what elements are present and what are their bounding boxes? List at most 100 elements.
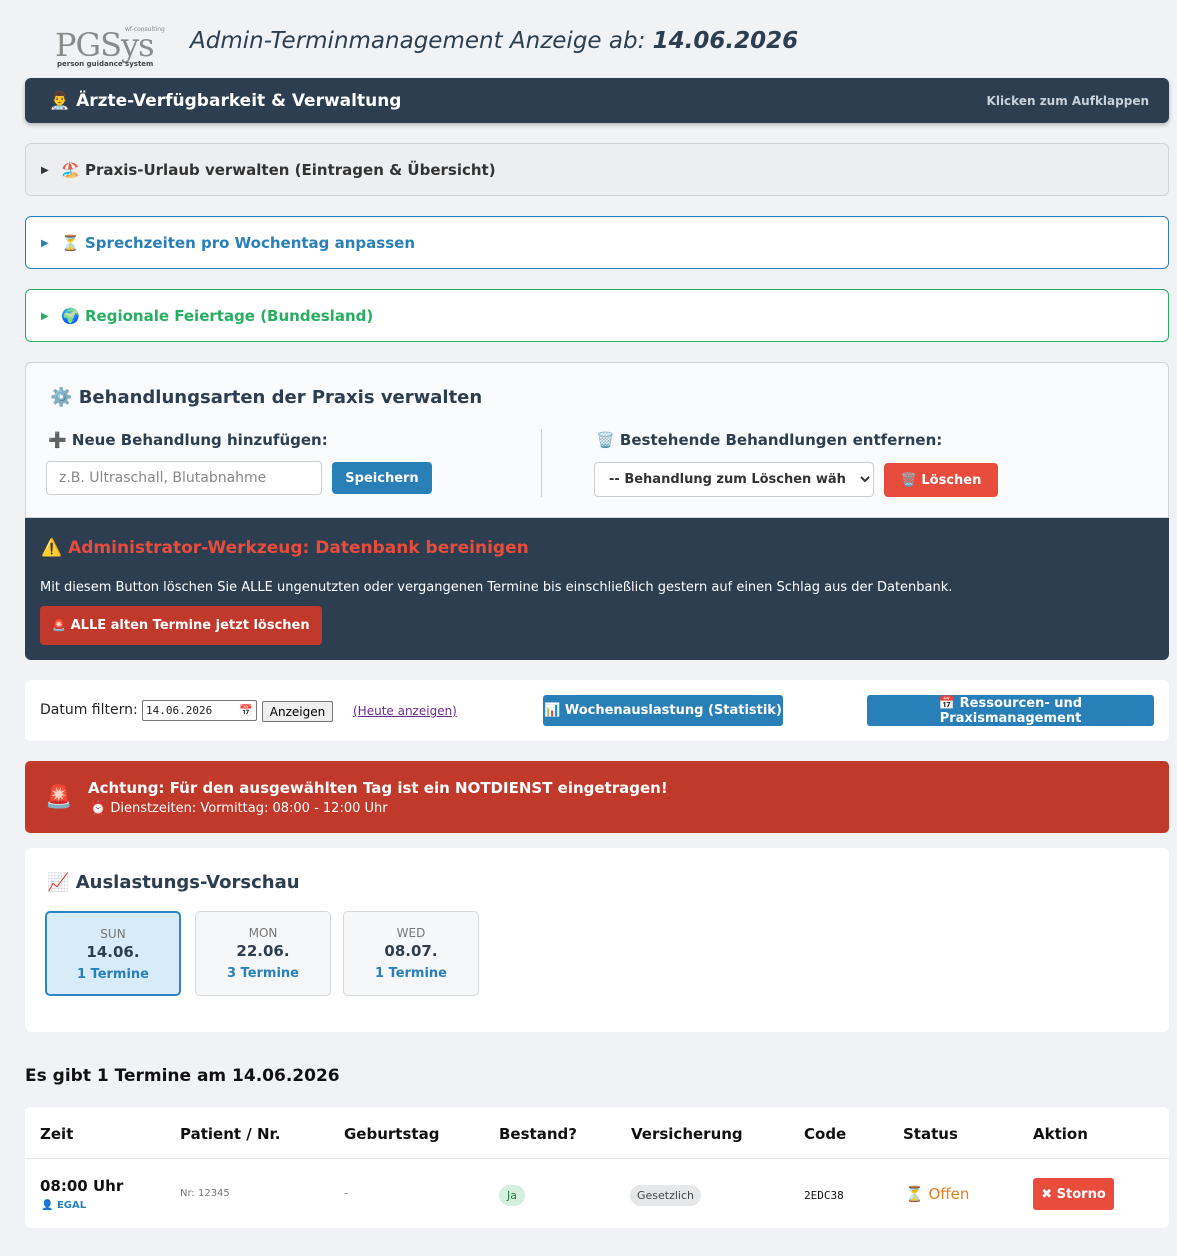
appointment-time: 08:00 Uhr [40,1177,124,1195]
day-weekday: WED [396,926,426,940]
trend-chart-icon: 📈 [47,872,70,893]
hourglass-icon: ⏳ [61,234,80,252]
date-filter-bar: Datum filtern: 14.06.2026 📅 Anzeigen (He… [25,680,1169,741]
appointment-status-text: Offen [928,1185,970,1203]
alarm-clock-icon: ⏰ [90,801,107,816]
doctors-availability-toggle[interactable]: 👨‍⚕️ Ärzte-Verfügbarkeit & Verwaltung Kl… [25,78,1169,123]
page-title: Admin-Terminmanagement Anzeige ab: 14.06… [190,28,798,54]
weekly-stats-label: Wochenauslastung (Statistik) [564,703,782,718]
calendar-icon: 📅 [938,695,956,711]
treatment-select[interactable]: -- Behandlung zum Löschen wählen -- [594,462,874,497]
admin-cleanup-panel: ⚠️ Administrator-Werkzeug: Datenbank ber… [25,518,1169,660]
date-filter-value: 14.06.2026 [146,704,213,717]
logo-text: PGSys [55,26,155,64]
office-hours-accordion[interactable]: ▶ ⏳ Sprechzeiten pro Wochentag anpassen [25,216,1169,269]
cancel-appointment-label: Storno [1056,1186,1106,1202]
alarm-light-icon: 🚨 [52,619,67,632]
pgsys-logo: wf-consulting PGSys person guidance syst… [55,26,170,70]
page-header: wf-consulting PGSys person guidance syst… [25,20,1169,70]
alert-hours-text: Dienstzeiten: Vormittag: 08:00 - 12:00 U… [110,801,388,816]
beach-icon: 🏖️ [61,161,80,179]
birthday: - [344,1186,349,1200]
remove-treatment-heading: 🗑️ Bestehende Behandlungen entfernen: [596,431,942,449]
delete-treatment-button[interactable]: 🗑️ Löschen [884,463,998,497]
show-today-link[interactable]: (Heute anzeigen) [353,704,457,718]
holidays-accordion-label: Regionale Feiertage (Bundesland) [85,307,374,325]
show-date-button[interactable]: Anzeigen [262,701,333,722]
trash-icon: 🗑️ [900,472,917,488]
day-card[interactable]: SUN 14.06. 1 Termine [45,911,181,996]
admin-cleanup-description: Mit diesem Button löschen Sie ALLE ungen… [40,580,953,595]
resources-button[interactable]: 📅 Ressourcen- und Praxismanagement [867,695,1154,726]
column-header: Bestand? [499,1125,577,1143]
add-treatment-heading: ➕ Neue Behandlung hinzufügen: [48,431,328,449]
column-header: Status [903,1125,958,1143]
appointment-code: 2EDC38 [804,1189,844,1202]
close-icon: ✖ [1041,1186,1053,1202]
vacation-accordion-label: Praxis-Urlaub verwalten (Eintragen & Übe… [85,161,496,179]
expand-triangle-icon: ▶ [41,311,49,322]
day-weekday: SUN [100,927,126,941]
siren-icon: 🚨 [45,785,73,810]
add-treatment-label: Neue Behandlung hinzufügen: [71,431,328,449]
expand-triangle-icon: ▶ [41,165,49,176]
page-title-date: 14.06.2026 [652,28,799,54]
appointment-doctor-text: EGAL [56,1200,87,1211]
date-filter-label: Datum filtern: [40,702,138,718]
column-header: Versicherung [631,1125,743,1143]
remove-treatment-label: Bestehende Behandlungen entfernen: [619,431,943,449]
person-icon: 👤 [41,1200,54,1211]
doctors-availability-label: 👨‍⚕️ Ärzte-Verfügbarkeit & Verwaltung [49,91,401,111]
admin-cleanup-title-text: Administrator-Werkzeug: Datenbank berein… [68,538,529,558]
column-header: Aktion [1033,1125,1088,1143]
date-filter-input[interactable]: 14.06.2026 📅 [142,700,257,721]
treatments-title: ⚙️ Behandlungsarten der Praxis verwalten [50,387,482,408]
appointments-table: Zeit Patient / Nr. Geburtstag Bestand? V… [25,1107,1169,1228]
admin-cleanup-title: ⚠️ Administrator-Werkzeug: Datenbank ber… [41,538,529,558]
logo-tagline: person guidance system [57,60,154,68]
gear-icon: ⚙️ [50,387,73,408]
holidays-accordion[interactable]: ▶ 🌍 Regionale Feiertage (Bundesland) [25,289,1169,342]
existing-patient-badge: Ja [499,1185,525,1206]
expand-triangle-icon: ▶ [41,238,49,249]
day-date: 14.06. [86,943,140,961]
warning-icon: ⚠️ [41,538,63,558]
office-hours-accordion-label: Sprechzeiten pro Wochentag anpassen [85,234,415,252]
day-card[interactable]: MON 22.06. 3 Termine [195,911,331,996]
preview-title-text: Auslastungs-Vorschau [75,872,300,893]
utilization-preview: 📈 Auslastungs-Vorschau SUN 14.06. 1 Term… [25,848,1169,1032]
column-header: Code [804,1125,847,1143]
day-weekday: MON [248,926,278,940]
page-title-text: Admin-Terminmanagement Anzeige ab: [190,28,646,54]
trash-icon: 🗑️ [596,431,615,449]
column-header: Patient / Nr. [180,1125,281,1143]
doctors-bar-text: Ärzte-Verfügbarkeit & Verwaltung [76,91,402,111]
doctor-icon: 👨‍⚕️ [49,91,71,111]
save-treatment-button[interactable]: Speichern [332,462,432,494]
appointment-doctor: 👤 EGAL [41,1200,86,1211]
hourglass-icon: ⏳ [905,1185,924,1203]
appointment-status: ⏳ Offen [905,1185,969,1203]
expand-hint: Klicken zum Aufklappen [986,94,1149,108]
weekly-stats-button[interactable]: 📊 Wochenauslastung (Statistik) [543,695,783,726]
alert-hours: ⏰ Dienstzeiten: Vormittag: 08:00 - 12:00… [90,801,388,816]
column-header: Geburtstag [344,1125,440,1143]
day-date: 22.06. [236,942,290,960]
purge-button-label: ALLE alten Termine jetzt löschen [70,618,310,633]
globe-icon: 🌍 [61,307,80,325]
cancel-appointment-button[interactable]: ✖ Storno [1033,1178,1114,1210]
calendar-icon[interactable]: 📅 [239,701,253,720]
purge-old-appointments-button[interactable]: 🚨 ALLE alten Termine jetzt löschen [40,606,322,645]
patient-number: Nr: 12345 [180,1188,230,1199]
day-count: 3 Termine [226,966,299,981]
plus-icon: ➕ [48,431,67,449]
day-count: 1 Termine [374,966,447,981]
column-header: Zeit [40,1125,74,1143]
delete-treatment-label: Löschen [921,472,982,488]
insurance-badge: Gesetzlich [630,1185,701,1206]
new-treatment-input[interactable] [46,461,322,495]
day-count: 1 Termine [76,967,149,982]
vacation-accordion[interactable]: ▶ 🏖️ Praxis-Urlaub verwalten (Eintragen … [25,143,1169,196]
day-card[interactable]: WED 08.07. 1 Termine [343,911,479,996]
day-date: 08.07. [384,942,438,960]
